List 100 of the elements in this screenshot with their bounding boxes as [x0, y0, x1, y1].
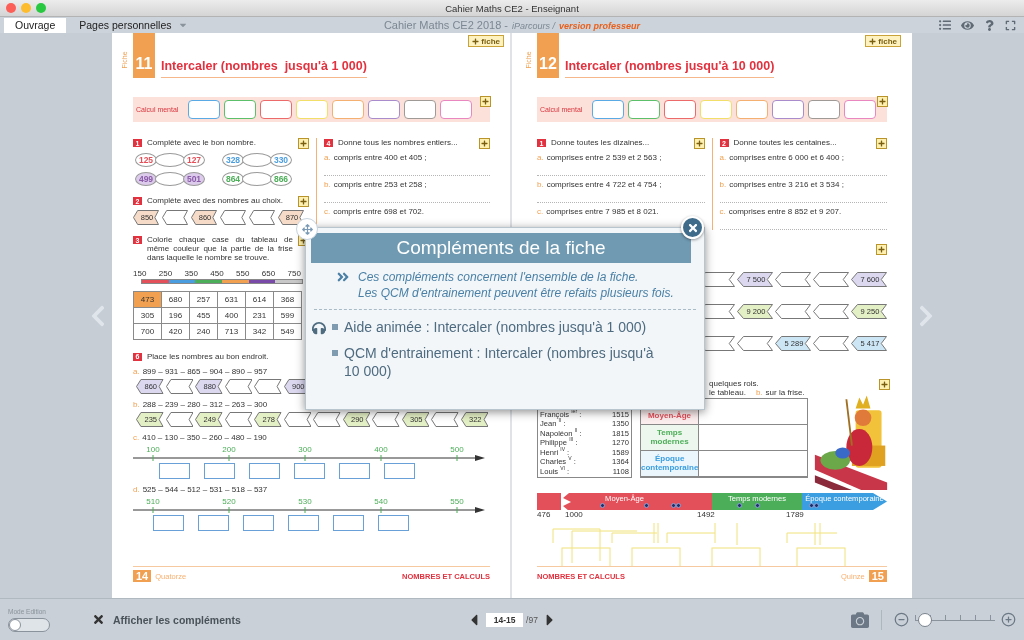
answer-box[interactable] [294, 462, 325, 479]
tick-label: 300 [297, 444, 313, 454]
blank-tag[interactable] [249, 210, 275, 225]
blank-tag[interactable] [220, 210, 246, 225]
answer-box[interactable] [628, 100, 660, 119]
mode-toggle[interactable] [8, 617, 50, 632]
item-text: comprises entre 7 985 et 8 021. [546, 207, 659, 216]
add-button[interactable] [877, 96, 888, 107]
item-letter: b. [719, 180, 727, 189]
blank-tag[interactable] [165, 411, 193, 427]
blank-tag[interactable] [162, 210, 188, 225]
item-text: compris entre 698 et 702. [333, 207, 424, 216]
table-cell[interactable]: 368 [273, 291, 302, 308]
checkbox-label: Afficher les compléments [113, 613, 241, 626]
table-cell[interactable]: 680 [161, 291, 190, 308]
blank-cloud[interactable] [242, 172, 272, 186]
answer-box[interactable] [378, 514, 409, 531]
answer-box[interactable] [260, 100, 292, 119]
headphones-icon [312, 321, 326, 335]
page-field[interactable]: 14-15 [486, 612, 524, 627]
complement-link[interactable]: Aide animée : Intercaler (nombres jusqu'à 1 000) [344, 318, 664, 337]
answer-box[interactable] [440, 100, 472, 119]
tick-label: 500 [449, 444, 465, 454]
blank-tag[interactable] [813, 304, 849, 319]
item-letter: a. [719, 153, 727, 162]
answer-box[interactable] [772, 100, 804, 119]
timeline-marker [644, 503, 649, 508]
answer-box[interactable] [333, 514, 364, 531]
blank-tag[interactable] [224, 411, 252, 427]
list-icon[interactable] [939, 19, 951, 31]
blank-tag[interactable] [775, 272, 811, 287]
instruction-text: le tableau. [709, 388, 746, 397]
blank-tag[interactable] [775, 304, 811, 319]
answer-box[interactable] [249, 462, 280, 479]
answer-box[interactable] [204, 462, 235, 479]
lesson-title: Intercaler (nombres jusqu'à 1 000) [161, 59, 367, 78]
add-button[interactable] [876, 244, 887, 255]
year-label: 1789 [786, 509, 805, 519]
add-button[interactable] [298, 196, 309, 207]
close-window-button[interactable] [6, 3, 16, 13]
blank-tag[interactable] [813, 336, 849, 351]
cloud-number: 864 [222, 172, 244, 186]
blank-cloud[interactable] [155, 153, 185, 167]
table-cell[interactable]: 631 [217, 291, 246, 308]
blank-tag[interactable] [224, 378, 252, 394]
table-cell[interactable]: 614 [245, 291, 274, 308]
answer-box[interactable] [153, 514, 184, 531]
blank-cloud[interactable] [155, 172, 185, 186]
scale-label: 350 [184, 268, 198, 278]
answer-box[interactable] [224, 100, 256, 119]
add-fiche-button[interactable]: fiche [468, 35, 504, 47]
checkbox[interactable] [92, 613, 105, 626]
add-button[interactable] [480, 96, 491, 107]
break-icon [559, 493, 571, 511]
eye-icon[interactable] [961, 18, 974, 32]
blank-tag[interactable] [737, 336, 773, 351]
answer-box[interactable] [664, 100, 696, 119]
add-button[interactable] [479, 138, 490, 149]
answer-box[interactable] [159, 462, 190, 479]
answer-box[interactable] [736, 100, 768, 119]
add-button[interactable] [693, 138, 705, 149]
zoom-out-icon[interactable] [894, 612, 909, 627]
zoom-in-icon[interactable] [1001, 612, 1016, 627]
add-fiche-button[interactable]: fiche [865, 35, 901, 47]
tab[interactable]: Ouvrage [4, 17, 67, 33]
cloud-number: 328 [222, 153, 244, 167]
answer-box[interactable] [368, 100, 400, 119]
answer-box[interactable] [288, 514, 319, 531]
year-label: 1492 [697, 509, 716, 519]
slider-thumb[interactable] [918, 612, 933, 627]
answer-box[interactable] [844, 100, 876, 119]
add-button[interactable] [298, 138, 309, 149]
zoom-window-button[interactable] [36, 3, 46, 13]
answer-box[interactable] [808, 100, 840, 119]
answer-box[interactable] [404, 100, 436, 119]
answer-box[interactable] [198, 514, 229, 531]
blank-cloud[interactable] [242, 153, 272, 167]
add-button[interactable] [876, 138, 887, 149]
blank-tag[interactable] [813, 272, 849, 287]
camera-icon[interactable] [851, 610, 869, 629]
answer-box[interactable] [384, 462, 415, 479]
blank-tag[interactable] [165, 378, 193, 394]
lesson-number: 11 [133, 33, 155, 78]
fullscreen-icon[interactable] [1005, 19, 1016, 31]
answer-box[interactable] [339, 462, 370, 479]
table-cell[interactable]: 257 [189, 291, 218, 308]
answer-box[interactable] [243, 514, 274, 531]
plus-icon [878, 246, 885, 253]
answer-box[interactable] [592, 100, 624, 119]
blank-tag[interactable] [254, 378, 282, 394]
answer-box[interactable] [188, 100, 220, 119]
blank-tag[interactable] [283, 411, 311, 427]
table-cell[interactable]: 473 [133, 291, 162, 308]
move-icon [301, 223, 313, 235]
tab[interactable]: Pages personnelles [68, 17, 199, 33]
answer-box[interactable] [332, 100, 364, 119]
cloud-number: 866 [270, 172, 292, 186]
add-button[interactable] [879, 379, 890, 390]
complement-link[interactable]: QCM d'entrainement : Intercaler (nombres jusqu'à 10 000) [344, 344, 664, 381]
help-icon[interactable] [984, 19, 995, 31]
